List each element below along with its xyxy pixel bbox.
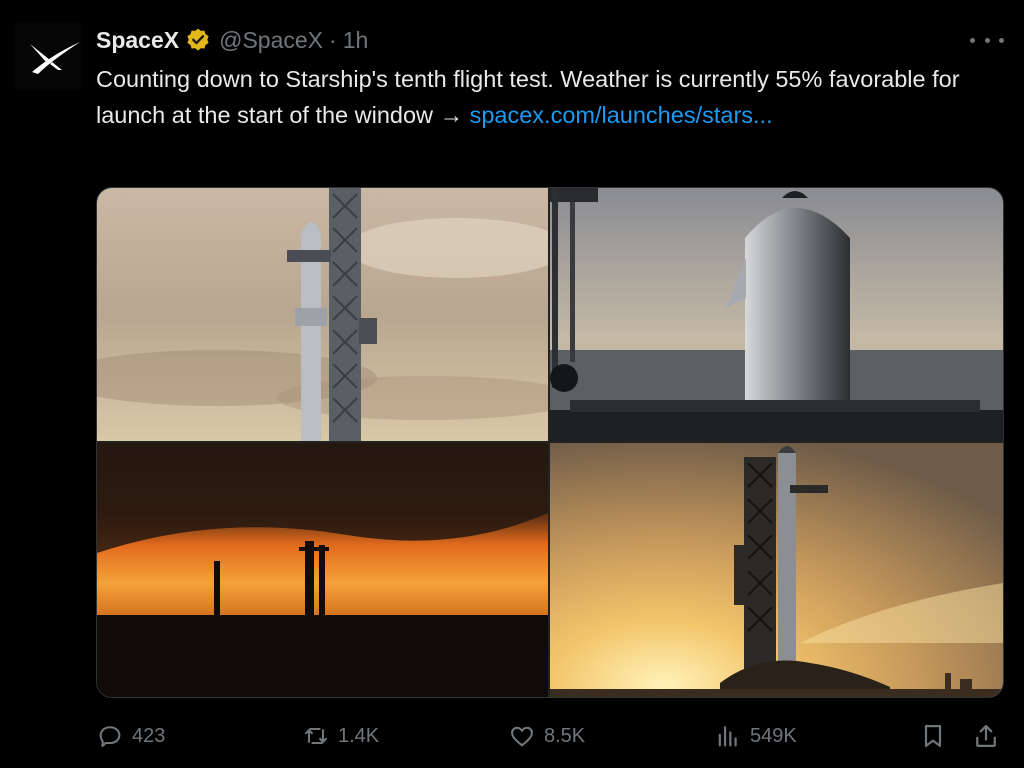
more-dots-icon[interactable] [970,30,1004,50]
views-count: 549K [750,724,797,747]
speech-bubble-icon [99,726,121,747]
reply-count: 423 [132,724,166,747]
views-button[interactable]: 549K [714,718,797,754]
media-photo-1[interactable] [97,188,548,441]
tweet-actions: 423 1.4K 8.5K 549K [96,718,1008,754]
bookmark-button[interactable] [919,718,947,754]
more-dot [999,37,1004,43]
media-photo-4[interactable] [550,443,1003,697]
bar-chart-icon [718,726,737,747]
media-grid [96,187,1004,698]
retweet-count: 1.4K [338,724,380,747]
upload-share-icon [976,724,996,748]
heart-icon [511,726,533,747]
retweet-arrows-icon [305,727,327,745]
tweet-timestamp[interactable]: 1h [343,27,369,54]
media-photo-2[interactable] [550,188,1003,441]
retweet-button[interactable]: 1.4K [302,718,379,754]
like-button[interactable]: 8.5K [508,718,585,754]
bookmark-icon [924,724,942,748]
author-name[interactable]: SpaceX [96,27,179,54]
spacex-logo-icon [30,42,80,74]
tweet-link[interactable]: spacex.com/launches/stars... [470,102,773,128]
tweet-header: SpaceX @SpaceX · 1h [96,24,368,56]
more-dot [984,37,990,43]
reply-button[interactable]: 423 [96,718,165,754]
header-separator: · [329,26,337,53]
verified-badge-icon[interactable] [185,27,211,53]
like-count: 8.5K [544,724,586,747]
avatar[interactable] [14,22,82,90]
media-photo-3[interactable] [97,443,548,697]
tweet-text: Counting down to Starship's tenth flight… [96,61,976,133]
more-dot [970,37,975,43]
share-button[interactable] [972,718,1000,754]
author-handle[interactable]: @SpaceX [219,27,323,54]
